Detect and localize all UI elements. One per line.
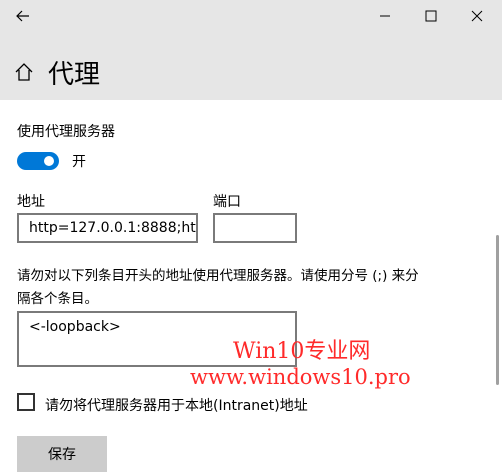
scrollbar-thumb[interactable] <box>496 235 499 385</box>
back-arrow-icon <box>16 10 29 22</box>
toggle-knob <box>44 156 54 166</box>
title-bar <box>0 0 502 32</box>
watermark-url: www.windows10.pro <box>190 365 411 389</box>
address-label: 地址 <box>17 194 45 210</box>
close-button[interactable] <box>454 0 500 32</box>
page-title-row: 代理 <box>14 52 100 92</box>
exceptions-description-line2: 隔各个条目。 <box>17 291 98 307</box>
port-input[interactable] <box>213 213 297 243</box>
page-title: 代理 <box>48 59 101 90</box>
toggle-state-label: 开 <box>72 154 86 170</box>
watermark-title: Win10专业网 <box>233 339 371 364</box>
maximize-button[interactable] <box>408 0 454 32</box>
use-proxy-toggle[interactable] <box>17 152 59 170</box>
home-icon[interactable] <box>14 62 34 82</box>
maximize-icon <box>425 10 437 22</box>
minimize-icon <box>380 15 390 17</box>
bypass-local-checkbox[interactable] <box>17 393 35 411</box>
save-button[interactable]: 保存 <box>17 436 107 472</box>
use-proxy-label: 使用代理服务器 <box>17 124 115 140</box>
close-icon <box>471 10 483 22</box>
exceptions-description-line1: 请勿对以下列条目开头的地址使用代理服务器。请使用分号 (;) 来分 <box>17 268 419 284</box>
port-label: 端口 <box>213 194 241 210</box>
address-input[interactable]: http=127.0.0.1:8888;http <box>17 213 198 243</box>
bypass-local-label: 请勿将代理服务器用于本地(Intranet)地址 <box>45 398 308 414</box>
minimize-button[interactable] <box>362 0 408 32</box>
back-button[interactable] <box>0 0 46 32</box>
scrollbar[interactable] <box>494 100 502 475</box>
